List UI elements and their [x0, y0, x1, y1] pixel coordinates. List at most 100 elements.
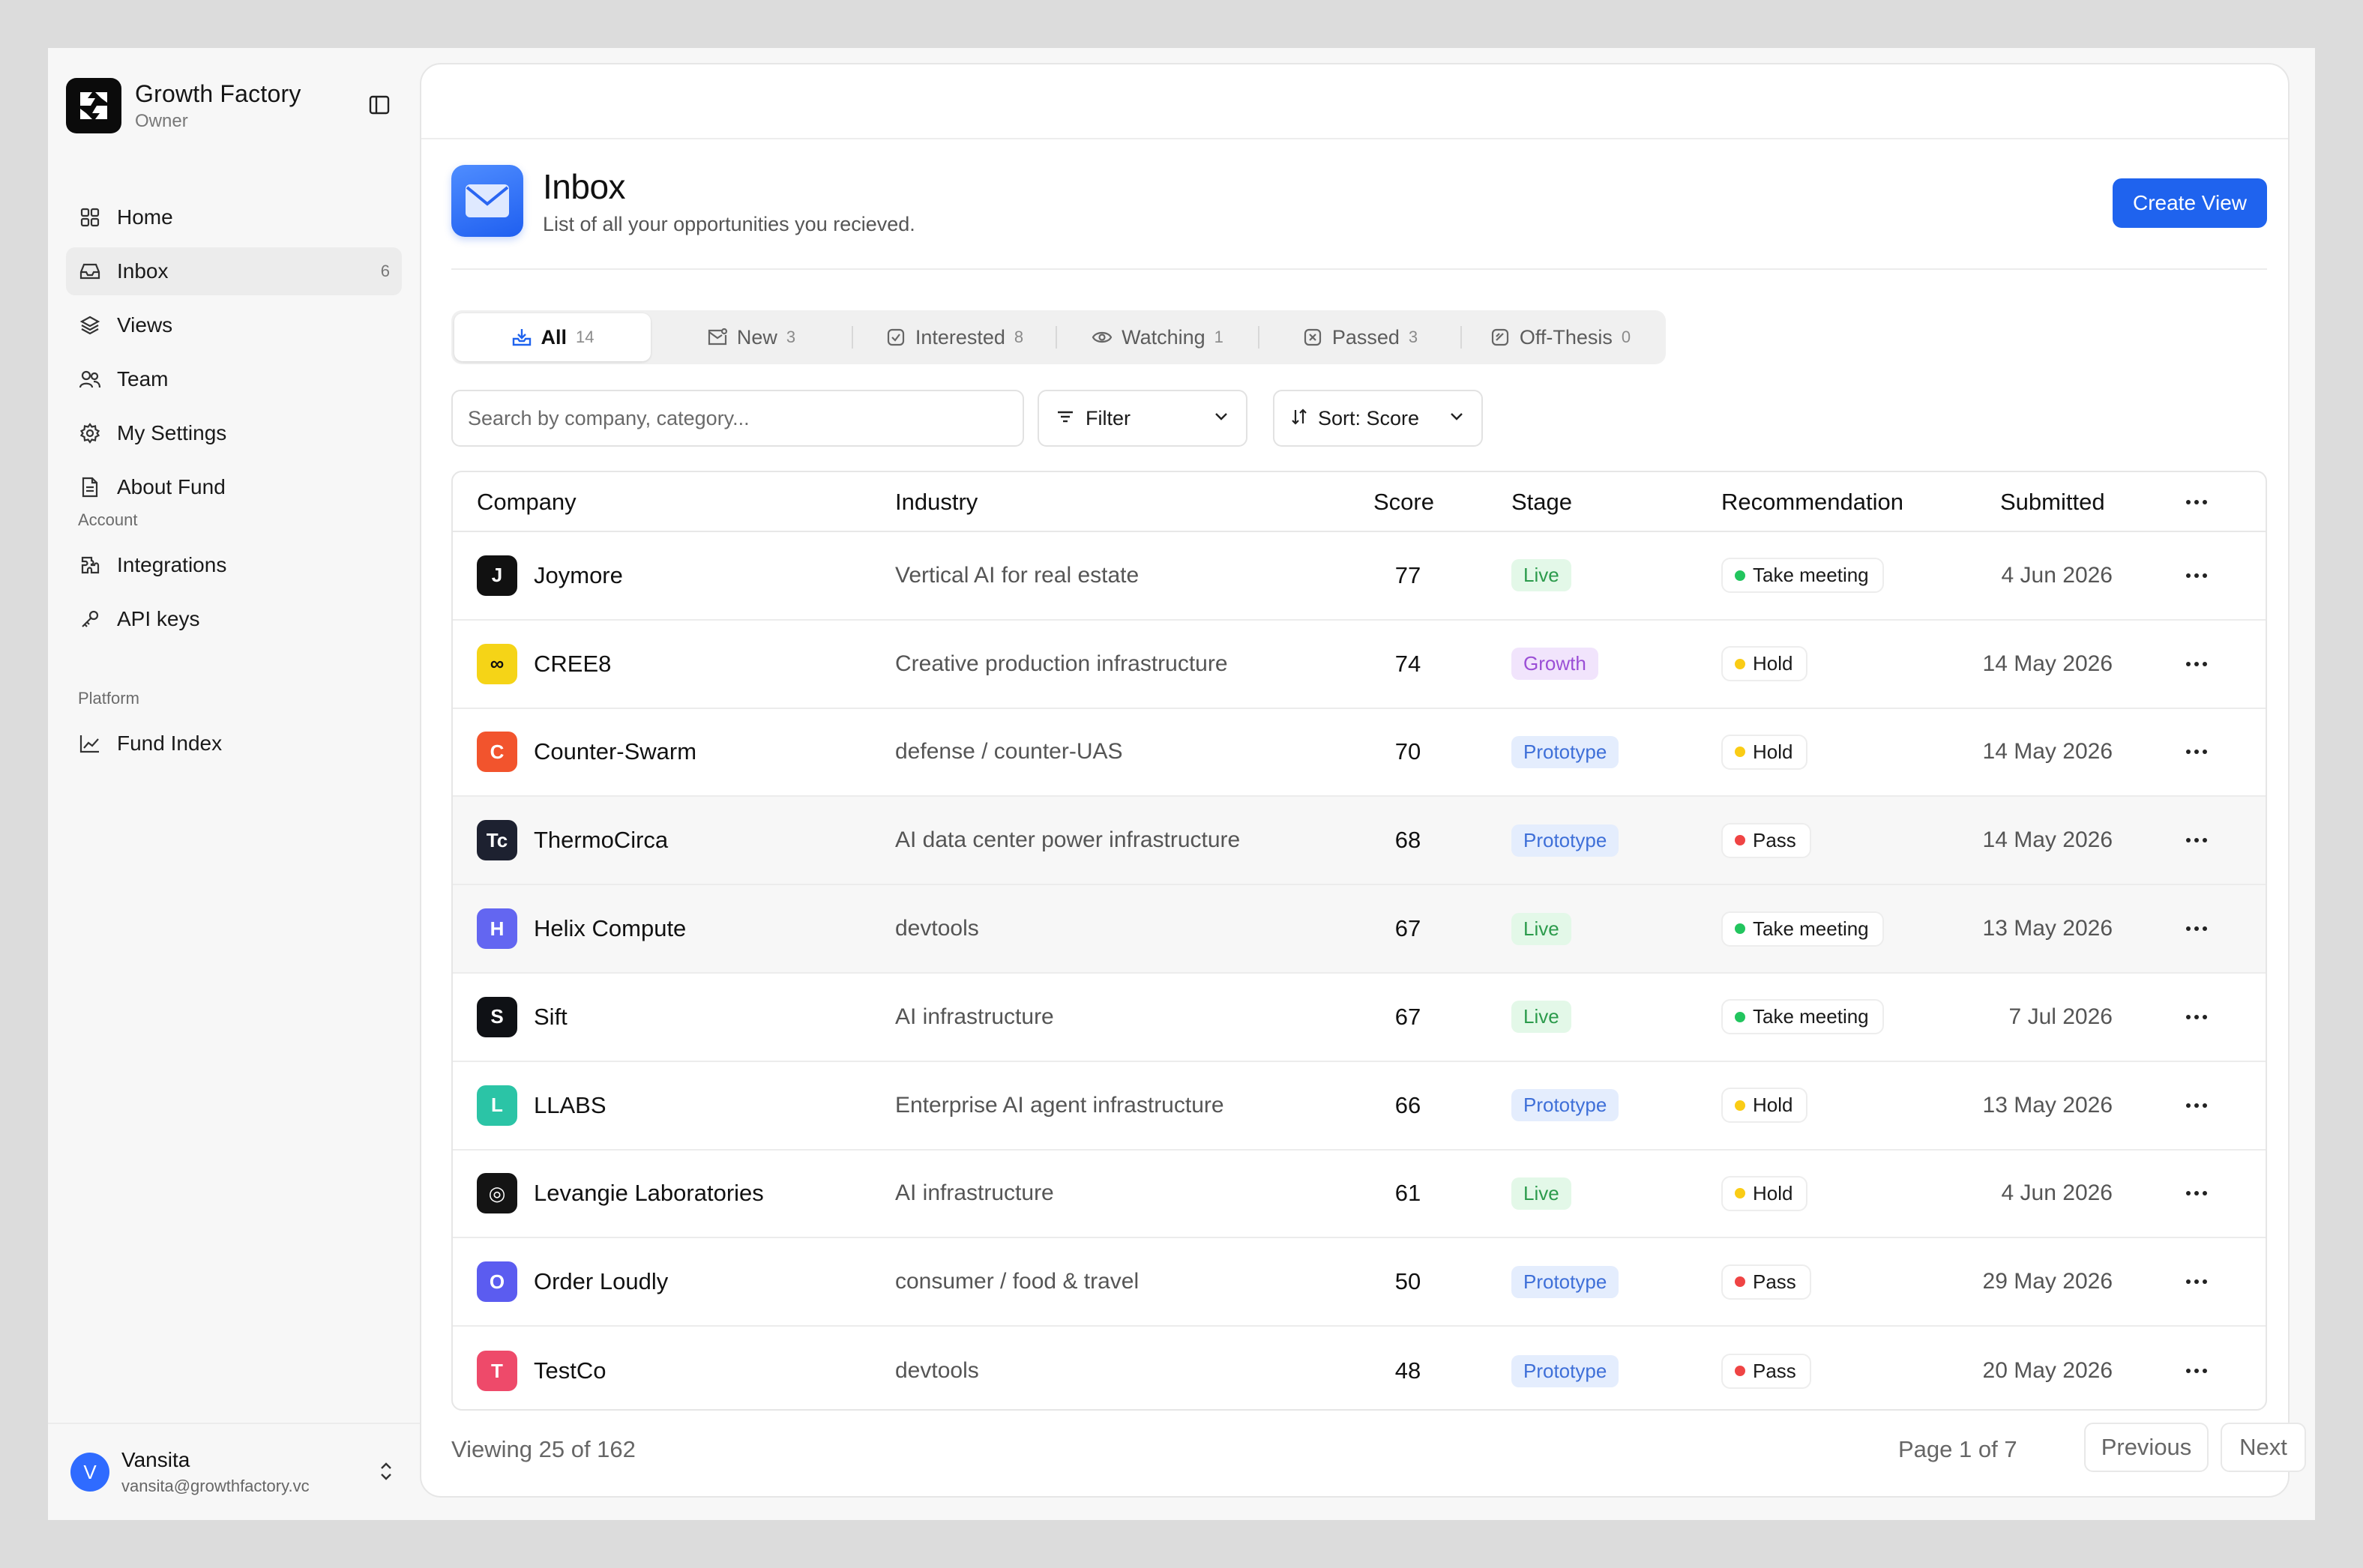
- row-actions-icon[interactable]: [2182, 797, 2212, 884]
- sort-dropdown[interactable]: Sort: Score: [1273, 390, 1483, 447]
- row-actions-icon[interactable]: [2182, 1327, 2212, 1409]
- stage-cell: Prototype: [1511, 1327, 1619, 1409]
- sidebar-item-label: API keys: [117, 607, 200, 630]
- sidebar-item-label: Fund Index: [117, 732, 223, 755]
- submitted-cell: 14 May 2026: [1982, 739, 2113, 765]
- table-row[interactable]: O Order Loudly consumer / food & travel 50 P…: [453, 1238, 2266, 1327]
- workspace-name: Growth Factory: [135, 79, 301, 107]
- company-logo: L: [477, 1085, 517, 1126]
- column-header-submitted[interactable]: Submitted: [2000, 472, 2105, 532]
- filter-dropdown[interactable]: Filter: [1038, 390, 1247, 447]
- recommendation-badge: Take meeting: [1721, 558, 1884, 594]
- sidebar-item-about-fund[interactable]: About Fund: [66, 463, 402, 511]
- column-header-industry[interactable]: Industry: [895, 472, 978, 532]
- sidebar-item-views[interactable]: Views: [66, 301, 402, 349]
- tab-interested[interactable]: Interested 8: [853, 313, 1056, 361]
- sidebar-item-inbox[interactable]: Inbox 6: [66, 247, 402, 295]
- company-cell: T TestCo: [477, 1327, 606, 1409]
- company-logo: ∞: [477, 643, 517, 684]
- main-nav: Home Inbox 6 Views Team My Settings Abou…: [66, 193, 402, 517]
- row-actions-icon[interactable]: [2182, 532, 2212, 619]
- chevron-down-icon: [1448, 411, 1465, 426]
- sidebar-item-my-settings[interactable]: My Settings: [66, 409, 402, 457]
- chart-icon: [78, 732, 102, 756]
- company-name[interactable]: Sift: [534, 1004, 568, 1031]
- tab-off-thesis[interactable]: Off-Thesis 0: [1462, 313, 1658, 361]
- column-header-score[interactable]: Score: [1373, 472, 1434, 532]
- table-row[interactable]: C Counter-Swarm defense / counter-UAS 70 Pro…: [453, 709, 2266, 797]
- company-name[interactable]: Helix Compute: [534, 915, 686, 942]
- main-panel: Inbox List of all your opportunities you…: [420, 63, 2306, 1498]
- user-menu[interactable]: V Vansita vansita@growthfactory.vc: [48, 1423, 420, 1520]
- row-actions-icon[interactable]: [2182, 974, 2212, 1061]
- row-actions-icon[interactable]: [2182, 1151, 2212, 1237]
- status-dot: [1735, 835, 1745, 846]
- inbox-icon: [78, 259, 102, 283]
- tab-watching[interactable]: Watching 1: [1057, 313, 1258, 361]
- company-name[interactable]: Counter-Swarm: [534, 738, 696, 765]
- row-actions-icon[interactable]: [2182, 885, 2212, 972]
- table-row[interactable]: ∞ CREE8 Creative production infrastructure…: [453, 621, 2266, 709]
- recommendation-label: Take meeting: [1753, 564, 1869, 587]
- table-row[interactable]: S Sift AI infrastructure 67 Live Take meeting…: [453, 974, 2266, 1062]
- column-header-recommendation[interactable]: Recommendation: [1721, 472, 1903, 532]
- previous-button[interactable]: Previous: [2084, 1423, 2209, 1472]
- sort-label: Sort: Score: [1318, 406, 1420, 429]
- status-dot: [1735, 747, 1745, 758]
- more-icon[interactable]: [2185, 472, 2209, 532]
- sidebar-item-api-keys[interactable]: API keys: [66, 595, 402, 643]
- sidebar-item-integrations[interactable]: Integrations: [66, 541, 402, 589]
- recommendation-badge: Hold: [1721, 1175, 1808, 1211]
- row-actions-icon[interactable]: [2182, 709, 2212, 796]
- mail-icon: [451, 165, 523, 237]
- chevron-down-icon: [1213, 411, 1229, 426]
- company-name[interactable]: Levangie Laboratories: [534, 1180, 764, 1207]
- sidebar-item-home[interactable]: Home: [66, 193, 402, 241]
- industry-cell: Enterprise AI agent infrastructure: [895, 1092, 1224, 1118]
- column-header-stage[interactable]: Stage: [1511, 472, 1572, 532]
- row-actions-icon[interactable]: [2182, 1238, 2212, 1325]
- workspace-switcher[interactable]: Growth Factory Owner: [66, 78, 301, 133]
- company-logo: H: [477, 908, 517, 950]
- sidebar-item-label: My Settings: [117, 421, 227, 444]
- sidebar-item-fund-index[interactable]: Fund Index: [66, 720, 402, 768]
- table-row[interactable]: L LLABS Enterprise AI agent infrastructure…: [453, 1062, 2266, 1151]
- tab-all[interactable]: All 14: [454, 313, 651, 361]
- submitted-cell: 7 Jul 2026: [2008, 1004, 2113, 1029]
- table-row[interactable]: ◎ Levangie Laboratories AI infrastructure 6…: [453, 1151, 2266, 1239]
- sidebar: Growth Factory Owner Home Inbox 6 Views …: [48, 48, 420, 1520]
- row-actions-icon[interactable]: [2182, 1062, 2212, 1149]
- industry-cell: devtools: [895, 1358, 979, 1384]
- row-actions-icon[interactable]: [2182, 621, 2212, 708]
- table-row[interactable]: T TestCo devtools 48 Prototype Pass 20 May 202…: [453, 1327, 2266, 1409]
- table-row[interactable]: Tc ThermoCirca AI data center power infras…: [453, 797, 2266, 886]
- recommendation-cell: Take meeting: [1721, 532, 1884, 619]
- industry-cell: defense / counter-UAS: [895, 739, 1123, 765]
- divider: [451, 268, 2267, 270]
- column-header-company[interactable]: Company: [477, 472, 577, 532]
- stage-badge: Prototype: [1511, 1265, 1619, 1298]
- status-dot: [1735, 1100, 1745, 1111]
- recommendation-badge: Take meeting: [1721, 999, 1884, 1035]
- company-name[interactable]: Order Loudly: [534, 1268, 668, 1295]
- next-button[interactable]: Next: [2221, 1423, 2306, 1472]
- search-input[interactable]: [451, 390, 1024, 447]
- company-name[interactable]: LLABS: [534, 1092, 606, 1119]
- table-row[interactable]: H Helix Compute devtools 67 Live Take meeting…: [453, 885, 2266, 974]
- company-cell: ◎ Levangie Laboratories: [477, 1151, 764, 1237]
- mail-unread-icon: [707, 327, 728, 348]
- tab-passed[interactable]: Passed 3: [1259, 313, 1460, 361]
- stage-cell: Prototype: [1511, 797, 1619, 884]
- recommendation-cell: Pass: [1721, 1327, 1811, 1409]
- company-name[interactable]: ThermoCirca: [534, 827, 668, 854]
- company-name[interactable]: TestCo: [534, 1357, 606, 1384]
- create-view-button[interactable]: Create View: [2113, 178, 2267, 228]
- recommendation-label: Hold: [1753, 740, 1793, 763]
- company-cell: S Sift: [477, 974, 568, 1061]
- company-name[interactable]: Joymore: [534, 562, 623, 589]
- sidebar-item-team[interactable]: Team: [66, 355, 402, 403]
- tab-new[interactable]: New 3: [651, 313, 852, 361]
- table-row[interactable]: J Joymore Vertical AI for real estate 77 Liv…: [453, 532, 2266, 621]
- sidebar-toggle-icon[interactable]: [366, 91, 393, 118]
- company-name[interactable]: CREE8: [534, 651, 611, 678]
